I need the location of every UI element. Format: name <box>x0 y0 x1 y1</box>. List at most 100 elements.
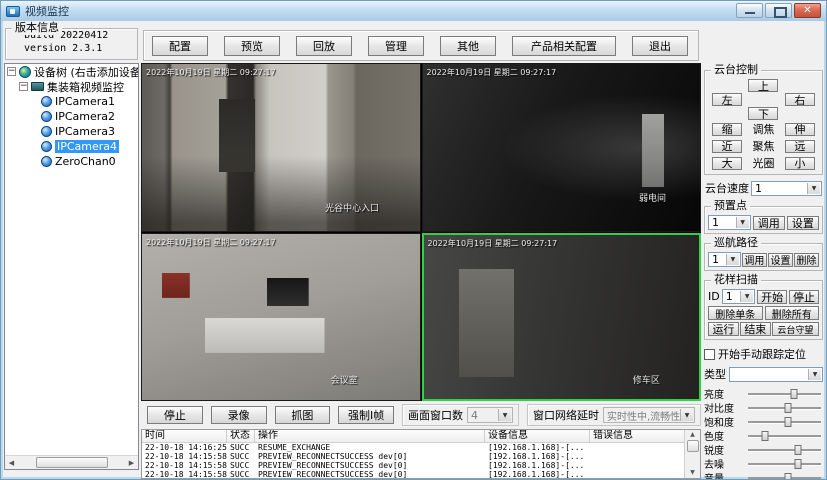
slider-thumb[interactable] <box>762 431 769 441</box>
col-time[interactable]: 时间 <box>142 430 227 442</box>
contrast-slider[interactable] <box>746 402 823 413</box>
tree-horizontal-scrollbar[interactable]: ◀ ▶ <box>5 455 138 469</box>
scroll-right-icon[interactable]: ▶ <box>125 456 138 469</box>
chevron-down-icon[interactable]: ▼ <box>808 369 821 380</box>
manual-track-checkbox[interactable] <box>704 349 715 360</box>
col-device-info[interactable]: 设备信息 <box>485 430 590 442</box>
type-select[interactable]: ▼ <box>729 367 823 382</box>
ptz-up-button[interactable]: 上 <box>748 79 778 92</box>
window-count-label: 画面窗口数 <box>408 407 463 423</box>
collapse-icon[interactable] <box>7 67 16 76</box>
tree-item-ipcamera4[interactable]: IPCamera4 <box>5 139 138 154</box>
cruise-select[interactable]: 1▼ <box>708 252 741 267</box>
iris-open-button[interactable]: 大 <box>712 157 742 170</box>
manage-button[interactable]: 管理 <box>368 36 424 56</box>
log-row[interactable]: 22-10-18 14:16:25SUCCRESUME_EXCHANGE[192… <box>142 443 700 452</box>
preset-call-button[interactable]: 调用 <box>753 216 785 230</box>
log-row[interactable]: 22-10-18 14:15:58SUCCPREVIEW_RECONNECTSU… <box>142 461 700 470</box>
video-window-4[interactable]: 2022年10月19日 星期二 09:27:17 修车区 <box>422 233 702 402</box>
ptz-speed-select[interactable]: 1▼ <box>751 181 822 196</box>
brightness-slider[interactable] <box>746 388 823 399</box>
tree-item-ipcamera2[interactable]: IPCamera2 <box>5 109 138 124</box>
video-window-1[interactable]: 2022年10月19日 星期二 09:27:17 光谷中心入口 <box>141 63 421 232</box>
zoom-in-button[interactable]: 伸 <box>785 123 815 136</box>
maximize-icon[interactable] <box>765 3 792 18</box>
col-status[interactable]: 状态 <box>227 430 255 442</box>
preview-button[interactable]: 预览 <box>224 36 280 56</box>
globe-icon <box>19 66 31 78</box>
chevron-down-icon[interactable]: ▼ <box>736 217 749 228</box>
network-delay-select[interactable]: 实时性中,流畅性▼ <box>603 407 695 423</box>
ptz-guard-button[interactable]: 云台守望 <box>772 322 819 336</box>
pattern-run-button[interactable]: 运行 <box>708 322 739 336</box>
record-button[interactable]: 录像 <box>211 406 267 424</box>
scroll-up-icon[interactable]: ▲ <box>690 430 695 440</box>
slider-thumb[interactable] <box>795 445 802 455</box>
chevron-down-icon[interactable]: ▼ <box>726 254 739 265</box>
log-vertical-scrollbar[interactable]: ▲ ▼ <box>684 430 700 478</box>
preset-select[interactable]: 1▼ <box>708 215 751 230</box>
tree-item-group[interactable]: 集装箱视频监控 <box>5 79 138 94</box>
video-window-3[interactable]: 2022年10月19日 星期二 09:27:17 会议室 <box>141 233 421 402</box>
denoise-slider[interactable] <box>746 458 823 469</box>
tree-item-root[interactable]: 设备树 (右击添加设备) <box>5 64 138 79</box>
volume-row: 音量 <box>704 471 823 479</box>
snapshot-button[interactable]: 抓图 <box>275 406 331 424</box>
scrollbar-thumb[interactable] <box>687 440 699 452</box>
cruise-set-button[interactable]: 设置 <box>768 253 793 267</box>
force-iframe-button[interactable]: 强制I帧 <box>338 406 394 424</box>
pattern-stop-button[interactable]: 停止 <box>789 290 819 304</box>
scrollbar-thumb[interactable] <box>36 457 108 468</box>
chevron-down-icon[interactable]: ▼ <box>807 183 820 194</box>
focus-far-button[interactable]: 远 <box>785 140 815 153</box>
minimize-icon[interactable] <box>736 3 763 18</box>
scroll-down-icon[interactable]: ▼ <box>690 468 695 478</box>
col-operation[interactable]: 操作 <box>255 430 485 442</box>
version-group-label: 版本信息 <box>12 21 62 35</box>
slider-thumb[interactable] <box>795 459 802 469</box>
saturation-slider[interactable] <box>746 416 823 427</box>
scroll-left-icon[interactable]: ◀ <box>5 456 18 469</box>
pattern-delete-one-button[interactable]: 删除单条 <box>708 306 763 320</box>
cruise-call-button[interactable]: 调用 <box>742 253 767 267</box>
title-bar[interactable]: 视频监控 <box>1 1 826 21</box>
iris-close-button[interactable]: 小 <box>785 157 815 170</box>
playback-button[interactable]: 回放 <box>296 36 352 56</box>
slider-thumb[interactable] <box>785 473 792 479</box>
other-button[interactable]: 其他 <box>440 36 496 56</box>
chevron-down-icon[interactable]: ▼ <box>740 291 753 302</box>
stop-button[interactable]: 停止 <box>147 406 203 424</box>
tree-item-ipcamera1[interactable]: IPCamera1 <box>5 94 138 109</box>
video-window-2[interactable]: 2022年10月19日 星期二 09:27:17 弱电间 <box>422 63 702 232</box>
log-row[interactable]: 22-10-18 14:15:58SUCCPREVIEW_RECONNECTSU… <box>142 470 700 479</box>
log-row[interactable]: 22-10-18 14:15:58SUCCPREVIEW_RECONNECTSU… <box>142 452 700 461</box>
ptz-control-group: 云台控制 上 左右 下 缩调焦伸 近聚焦远 大光圈小 <box>704 70 823 175</box>
cruise-delete-button[interactable]: 删除 <box>794 253 819 267</box>
collapse-icon[interactable] <box>19 82 28 91</box>
ptz-left-button[interactable]: 左 <box>712 93 742 106</box>
col-error-info[interactable]: 错误信息 <box>590 430 685 442</box>
volume-slider[interactable] <box>746 472 823 479</box>
pattern-end-button[interactable]: 结束 <box>740 322 771 336</box>
slider-thumb[interactable] <box>785 403 792 413</box>
tree-item-zerochan0[interactable]: ZeroChan0 <box>5 154 138 169</box>
config-button[interactable]: 配置 <box>152 36 208 56</box>
pattern-delete-all-button[interactable]: 删除所有 <box>765 306 820 320</box>
pattern-start-button[interactable]: 开始 <box>757 290 787 304</box>
ptz-down-button[interactable]: 下 <box>748 107 778 120</box>
zoom-out-button[interactable]: 缩 <box>712 123 742 136</box>
exit-button[interactable]: 退出 <box>632 36 688 56</box>
ptz-right-button[interactable]: 右 <box>785 93 815 106</box>
close-icon[interactable] <box>794 3 821 18</box>
sharpness-slider[interactable] <box>746 444 823 455</box>
focus-near-button[interactable]: 近 <box>712 140 742 153</box>
osd-channel-name: 会议室 <box>331 373 358 386</box>
pattern-id-select[interactable]: 1▼ <box>722 289 755 304</box>
product-config-button[interactable]: 产品相关配置 <box>512 36 616 56</box>
hue-slider[interactable] <box>746 430 823 441</box>
preset-set-button[interactable]: 设置 <box>787 216 819 230</box>
slider-thumb[interactable] <box>790 389 797 399</box>
window-count-select[interactable]: 4▼ <box>467 407 513 423</box>
tree-item-ipcamera3[interactable]: IPCamera3 <box>5 124 138 139</box>
slider-thumb[interactable] <box>785 417 792 427</box>
